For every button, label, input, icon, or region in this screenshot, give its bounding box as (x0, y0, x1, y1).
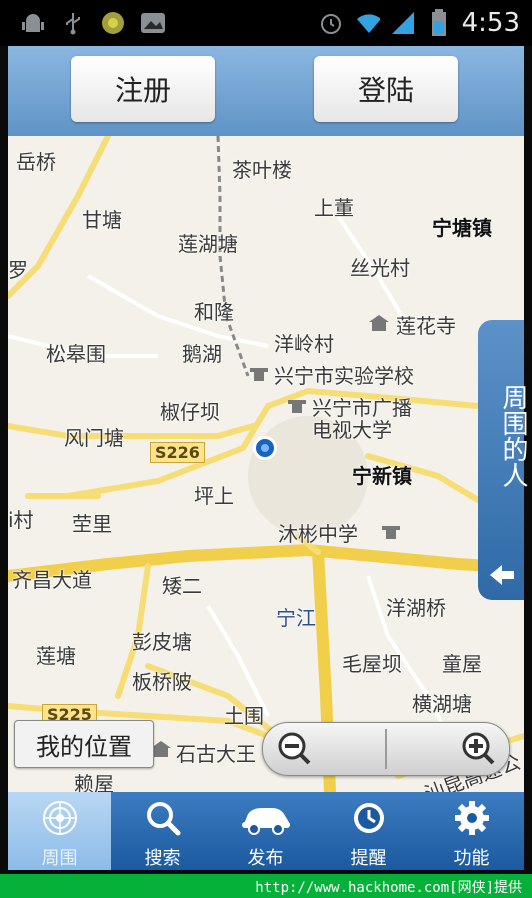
my-location-button[interactable]: 我的位置 (14, 720, 154, 768)
tab-nearby[interactable]: 周围 (8, 792, 111, 870)
map-label: 莲塘 (36, 644, 76, 668)
map-label: 岳桥 (16, 150, 56, 174)
wifi-icon (354, 10, 380, 36)
zoom-control (262, 722, 510, 776)
radar-icon (42, 800, 78, 836)
map-label: 松皋围 (46, 342, 106, 366)
tab-label: 提醒 (350, 848, 387, 869)
tab-label: 周围 (41, 848, 78, 869)
map-label: 宁塘镇 (432, 216, 492, 240)
map-label: 甘塘 (82, 208, 122, 232)
bottom-tab-bar: 周围 搜索 发布 提醒 功能 (8, 792, 524, 870)
android-debug-icon (20, 10, 46, 36)
gear-icon (454, 800, 490, 836)
map-label: 莲湖塘 (178, 232, 238, 256)
header-bar: 注册 登陆 (8, 46, 524, 136)
map-label: 椒仔坝 (160, 400, 220, 424)
map-label: 石古大王 (176, 742, 256, 766)
school-icon (286, 396, 308, 414)
register-button[interactable]: 注册 (71, 56, 215, 122)
map-label: 坪上 (194, 484, 234, 508)
map-label: 和隆 (194, 300, 234, 324)
map-label: 莲花寺 (396, 314, 456, 338)
temple-icon (368, 314, 390, 332)
map-label: 风门塘 (64, 426, 124, 450)
watermark-bar: http://www.hackhome.com[网侠]提供 (0, 874, 532, 898)
map-label: 毛屋坝 (342, 652, 402, 676)
alarm-icon (318, 10, 344, 36)
zoom-out-icon[interactable] (277, 731, 311, 765)
map-view[interactable]: 岳桥 茶叶楼 甘塘 上董 宁塘镇 莲湖塘 罗 丝光村 和隆 莲花寺 洋岭村 松皋… (8, 136, 524, 792)
zoom-divider (385, 729, 387, 769)
car-icon (240, 800, 292, 836)
map-label: 齐昌大道 (12, 568, 92, 592)
school-icon (248, 364, 270, 382)
login-button[interactable]: 登陆 (314, 56, 458, 122)
watermark-text: http://www.hackhome.com[网侠]提供 (255, 880, 522, 896)
map-label: i村 (8, 508, 34, 532)
map-label: 茔里 (72, 512, 112, 536)
map-label: 兴宁市实验学校 (274, 364, 414, 388)
signal-icon (390, 10, 416, 36)
usb-icon (60, 10, 86, 36)
map-label: 罗 (8, 258, 28, 282)
map-label: 沐彬中学 (278, 522, 358, 546)
map-label: 茶叶楼 (232, 158, 292, 182)
map-label: 鹅湖 (182, 342, 222, 366)
map-label: 赖屋 (74, 772, 114, 792)
map-label: 土围 (224, 704, 264, 728)
nearby-people-label: 周围的人 (498, 384, 528, 488)
map-label: 洋湖桥 (386, 596, 446, 620)
map-label: 丝光村 (350, 256, 410, 280)
map-label: 电视大学 (312, 418, 392, 442)
tab-functions[interactable]: 功能 (420, 792, 523, 870)
notification-app-icon (100, 10, 126, 36)
tab-label: 发布 (247, 848, 284, 869)
nearby-people-panel[interactable]: 周围的人 (478, 320, 528, 600)
map-label: 洋岭村 (274, 332, 334, 356)
map-label: 彭皮塘 (132, 630, 192, 654)
map-label: 童屋 (442, 652, 482, 676)
tab-reminder[interactable]: 提醒 (317, 792, 420, 870)
map-label: 横湖塘 (412, 692, 472, 716)
search-icon (145, 800, 181, 836)
tab-label: 功能 (453, 848, 490, 869)
battery-icon (426, 9, 452, 36)
road-shield: S226 (150, 442, 205, 463)
map-label: 上董 (314, 196, 354, 220)
arrow-left-icon[interactable] (486, 560, 516, 590)
tab-label: 搜索 (144, 848, 181, 869)
map-label: 宁江 (276, 606, 316, 630)
clock-icon (351, 800, 387, 836)
clock-time: 4:53 (461, 8, 520, 38)
tab-publish[interactable]: 发布 (214, 792, 317, 870)
map-label: 矮二 (162, 574, 202, 598)
map-label: 宁新镇 (352, 464, 412, 488)
status-bar: 4:53 (0, 0, 532, 46)
tab-search[interactable]: 搜索 (111, 792, 214, 870)
map-label: 板桥陂 (132, 670, 192, 694)
photo-icon (140, 10, 166, 36)
school-icon (380, 522, 402, 540)
zoom-in-icon[interactable] (461, 731, 495, 765)
